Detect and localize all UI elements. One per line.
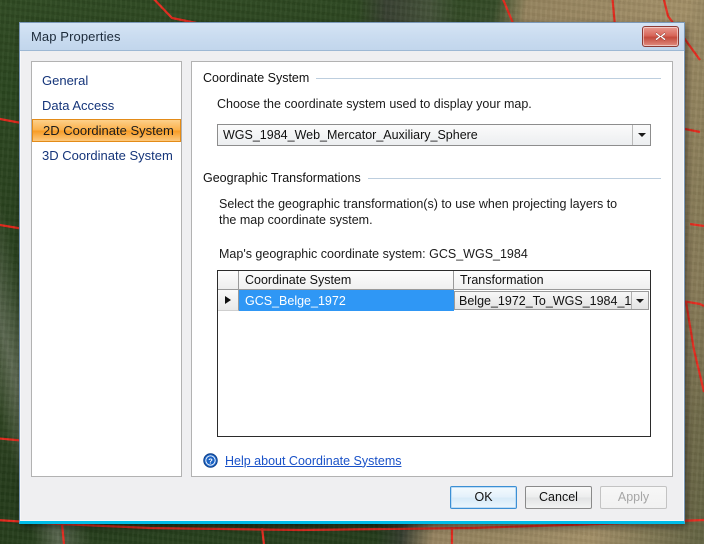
dialog-body: General Data Access 2D Coordinate System… [20,51,684,477]
sidebar-item-general[interactable]: General [32,69,181,92]
coordinate-system-description: Choose the coordinate system used to dis… [217,97,532,111]
map-geographic-coordinate-system-text: Map's geographic coordinate system: GCS_… [219,247,528,261]
coordinate-system-group-legend: Coordinate System [203,71,661,85]
coordinate-system-combo-value: WGS_1984_Web_Mercator_Auxiliary_Sphere [223,128,478,142]
dialog-sidebar: General Data Access 2D Coordinate System… [31,61,182,477]
cancel-button[interactable]: Cancel [525,485,592,509]
close-button[interactable] [642,26,679,47]
ok-button[interactable]: OK [450,485,517,509]
grid-header-row: Coordinate System Transformation [218,271,650,290]
dialog-footer: OK Cancel Apply [20,477,684,521]
coordinate-system-combo[interactable]: WGS_1984_Web_Mercator_Auxiliary_Sphere [217,124,651,146]
grid-header-selector-cell [218,271,239,289]
transformations-grid[interactable]: Coordinate System Transformation GCS_Bel… [217,270,651,437]
geographic-transformations-group-legend: Geographic Transformations [203,171,661,185]
group-divider-rule-2 [367,177,661,179]
map-properties-dialog: Map Properties General Data Access 2D Co… [19,22,685,524]
help-about-coordinate-systems-link[interactable]: Help about Coordinate Systems [225,454,401,468]
group-divider-rule [316,77,661,79]
apply-button: Apply [600,485,667,509]
sidebar-item-2d-coordinate-system[interactable]: 2D Coordinate System [32,119,181,142]
geographic-transformations-group-label: Geographic Transformations [203,171,361,185]
sidebar-item-data-access[interactable]: Data Access [32,94,181,117]
svg-text:?: ? [208,457,213,466]
help-row: ? Help about Coordinate Systems [203,453,401,468]
close-icon [654,32,667,41]
transformation-combo-value: Belge_1972_To_WGS_1984_1 [459,293,632,308]
content-pane: Coordinate System Choose the coordinate … [191,61,673,477]
window-title: Map Properties [31,29,121,44]
cell-coordinate-system-value[interactable]: GCS_Belge_1972 [239,290,454,311]
grid-header-coordinate-system[interactable]: Coordinate System [239,271,454,289]
grid-header-transformation[interactable]: Transformation [454,271,650,289]
table-row[interactable]: GCS_Belge_1972 Belge_1972_To_WGS_1984_1 [218,290,650,311]
cell-transformation[interactable]: Belge_1972_To_WGS_1984_1 [454,290,650,311]
dialog-title-bar[interactable]: Map Properties [20,23,684,51]
sidebar-item-3d-coordinate-system[interactable]: 3D Coordinate System [32,144,181,167]
transformation-combo[interactable]: Belge_1972_To_WGS_1984_1 [454,291,650,310]
chevron-down-icon-row[interactable] [631,292,648,309]
coordinate-system-group-label: Coordinate System [203,71,310,85]
row-selector-arrow-icon [225,296,231,304]
transformations-description: Select the geographic transformation(s) … [219,197,618,227]
chevron-down-icon[interactable] [632,125,650,145]
help-circle-icon[interactable]: ? [203,453,218,468]
row-selector-cell[interactable] [218,290,239,311]
